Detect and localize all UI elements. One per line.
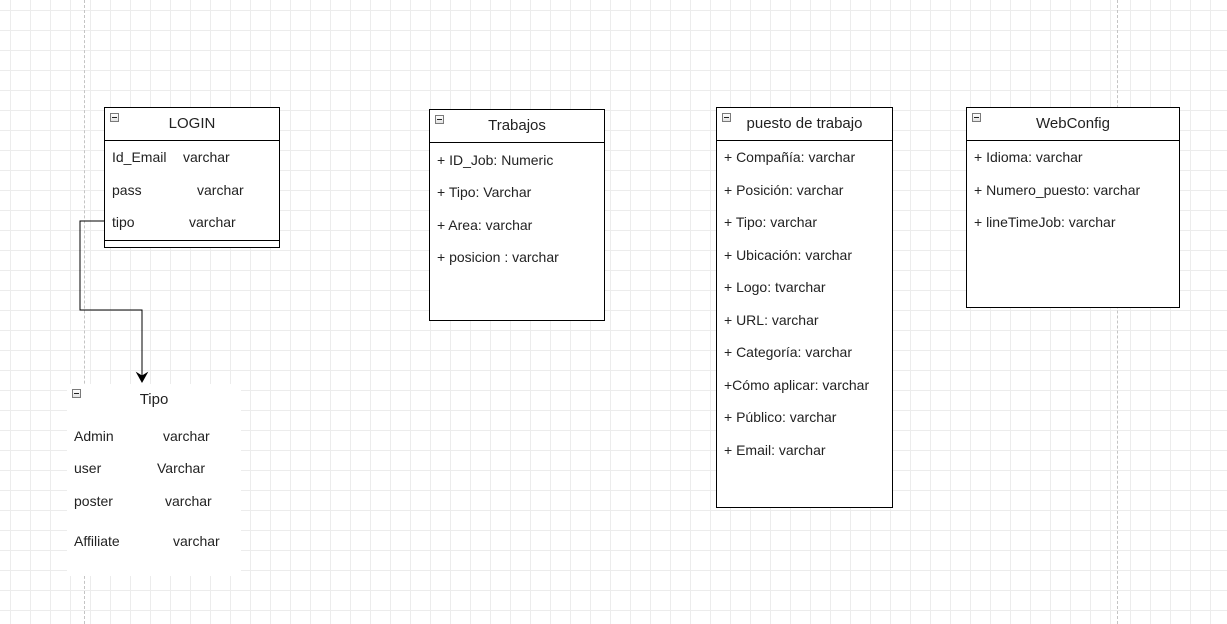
connector-line[interactable] bbox=[79, 220, 143, 376]
relationship-connector[interactable] bbox=[0, 0, 1227, 624]
